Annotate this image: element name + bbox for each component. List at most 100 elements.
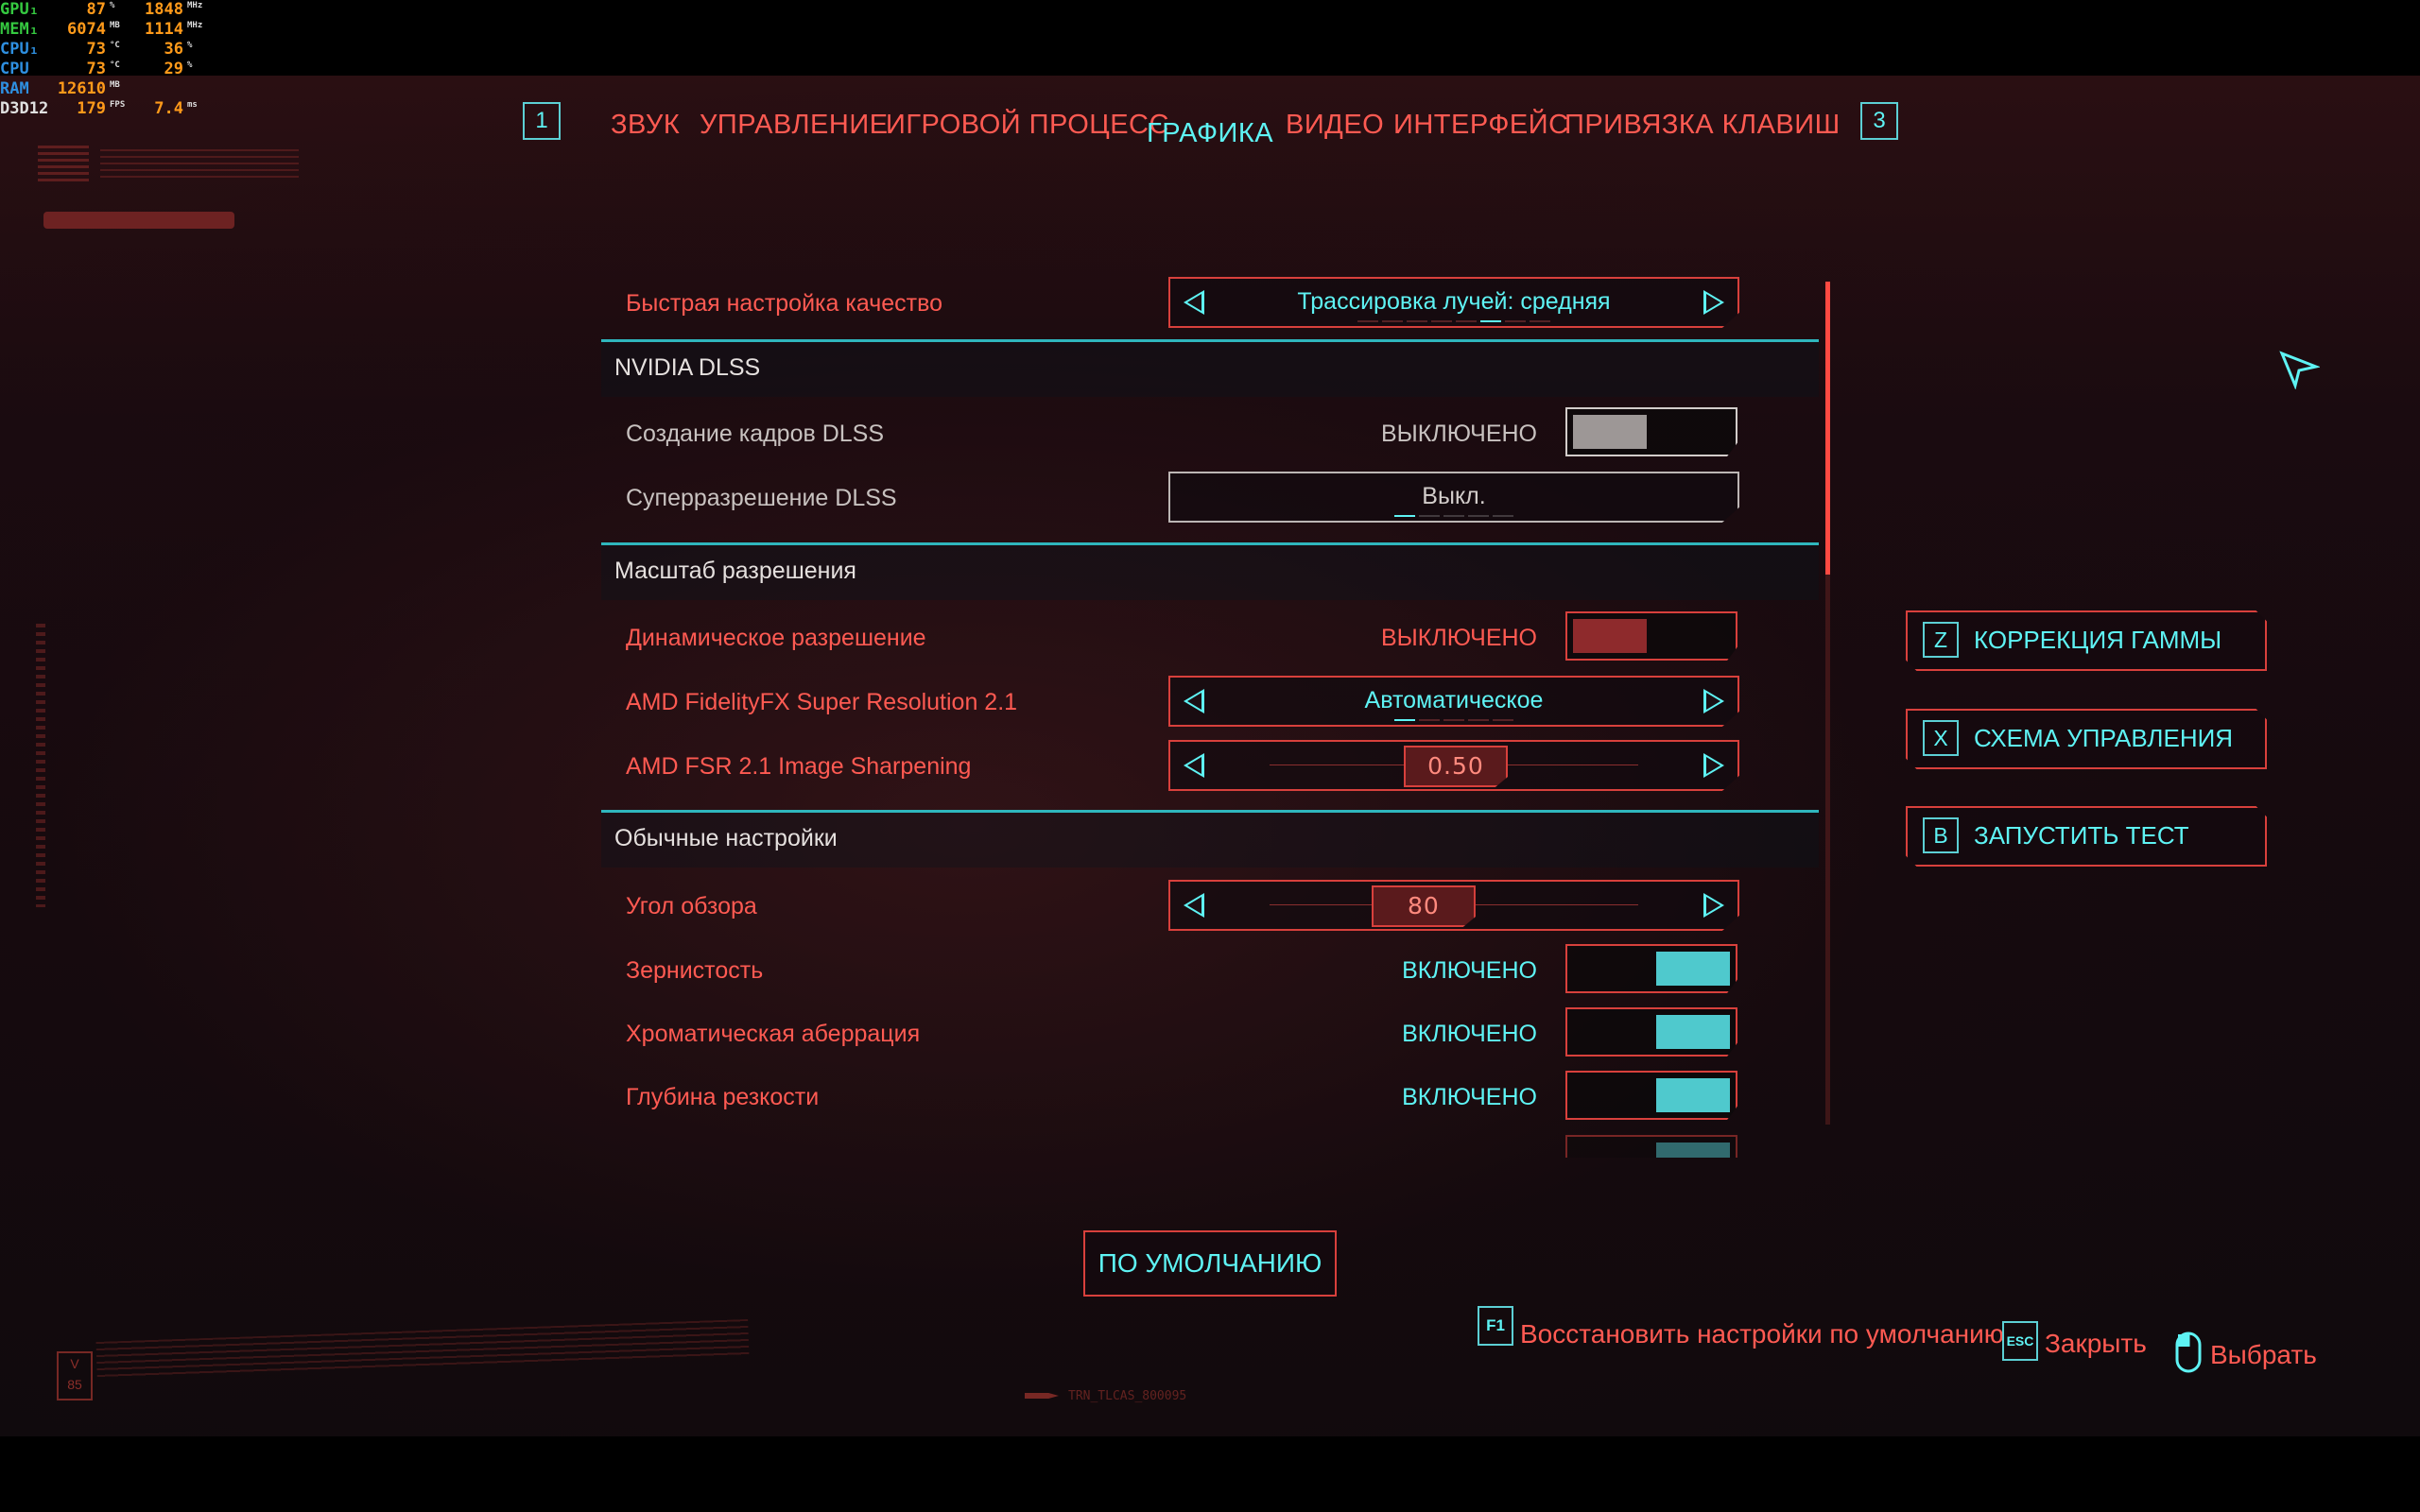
prev-tab-key[interactable]: 1 xyxy=(523,102,561,140)
setting-label: Хроматическая аберрация xyxy=(626,1021,921,1047)
section-title: NVIDIA DLSS xyxy=(614,354,761,381)
perf-unit: MHz xyxy=(187,1,203,10)
decor-legal-text xyxy=(95,1318,750,1381)
setting-dlss-frame-gen[interactable]: Создание кадров DLSS ВЫКЛЮЧЕНО xyxy=(601,407,1821,462)
perf-value: 7.4 xyxy=(154,99,183,118)
version-badge: V 85 xyxy=(57,1351,93,1400)
setting-label: AMD FidelityFX Super Resolution 2.1 xyxy=(626,689,1018,715)
dlss-frame-gen-toggle[interactable] xyxy=(1565,407,1737,456)
defaults-button[interactable]: ПО УМОЛЧАНИЮ xyxy=(1083,1230,1337,1297)
dynamic-res-toggle[interactable] xyxy=(1565,611,1737,661)
option-indicator xyxy=(1394,515,1513,517)
restore-hint[interactable]: Восстановить настройки по умолчанию xyxy=(1520,1319,2004,1349)
perf-row: D3D12 179 FPS 7.4 ms xyxy=(0,99,217,119)
mouse-icon xyxy=(2175,1332,2202,1373)
toggle-state: ВКЛЮЧЕНО xyxy=(1402,957,1537,984)
setting-dof[interactable]: Глубина резкости ВКЛЮЧЕНО xyxy=(601,1071,1821,1125)
section-header-dlss: NVIDIA DLSS xyxy=(601,339,1819,397)
perf-label: MEM₁ xyxy=(0,20,39,39)
select-hint[interactable]: Выбрать xyxy=(2210,1340,2317,1370)
arrow-right-icon[interactable] xyxy=(1703,753,1724,778)
option-indicator xyxy=(1394,719,1513,721)
perf-row: CPU₁ 73 °C 36% xyxy=(0,40,217,60)
performance-overlay: GPU₁ 87% 1848 MHz MEM₁ 6074 MB 1114 MHz CPU₁ 73 °C 3… xyxy=(0,0,217,119)
fsr-selector[interactable]: Автоматическое xyxy=(1168,676,1739,727)
perf-unit: °C xyxy=(110,41,120,50)
setting-fsr-sharpening[interactable]: AMD FSR 2.1 Image Sharpening 0.50 xyxy=(601,740,1821,795)
film-grain-toggle[interactable] xyxy=(1565,944,1737,993)
side-button-key: X xyxy=(1923,720,1959,756)
slider-knob[interactable]: 80 xyxy=(1371,885,1476,927)
tab-1[interactable]: УПРАВЛЕНИЕ xyxy=(700,110,889,141)
decor-logo xyxy=(38,146,89,183)
setting-dlss-super-res[interactable]: Суперразрешение DLSS Выкл. xyxy=(601,472,1821,526)
quick-preset-selector[interactable]: Трассировка лучей: средняя xyxy=(1168,277,1739,328)
close-hint[interactable]: Закрыть xyxy=(2045,1329,2147,1359)
perf-row: RAM 12610 MB xyxy=(0,79,217,99)
arrow-right-icon[interactable] xyxy=(1703,290,1724,315)
close-key[interactable]: ESC xyxy=(2002,1321,2038,1361)
side-button-key: B xyxy=(1923,817,1959,853)
footer-arrow-icon xyxy=(1025,1393,1059,1399)
section-header-basic: Обычные настройки xyxy=(601,810,1819,868)
perf-label: GPU₁ xyxy=(0,0,39,19)
tab-0[interactable]: ЗВУК xyxy=(611,110,680,141)
setting-label: Динамическое разрешение xyxy=(626,625,926,651)
arrow-left-icon[interactable] xyxy=(1184,893,1204,918)
restore-key[interactable]: F1 xyxy=(1478,1306,1513,1346)
arrow-right-icon[interactable] xyxy=(1703,689,1724,713)
next-tab-key[interactable]: 3 xyxy=(1860,102,1898,140)
tab-3[interactable]: ГРАФИКА xyxy=(1147,118,1273,149)
selector-value: Выкл. xyxy=(1422,483,1486,509)
scrollbar-thumb[interactable] xyxy=(1825,282,1830,575)
tab-5[interactable]: ИНТЕРФЕЙС xyxy=(1393,110,1569,141)
tab-2[interactable]: ИГРОВОЙ ПРОЦЕСС xyxy=(886,110,1169,141)
section-title: Обычные настройки xyxy=(614,825,838,851)
setting-chromatic[interactable]: Хроматическая аберрация ВКЛЮЧЕНО xyxy=(601,1007,1821,1062)
fsr-sharpening-slider[interactable]: 0.50 xyxy=(1168,740,1739,791)
fov-slider[interactable]: 80 xyxy=(1168,880,1739,931)
section-title: Масштаб разрешения xyxy=(614,558,856,584)
setting-fov[interactable]: Угол обзора 80 xyxy=(601,880,1821,935)
chromatic-toggle[interactable] xyxy=(1565,1007,1737,1057)
decor-vertical-text xyxy=(36,624,45,907)
perf-value: 73 xyxy=(86,40,106,59)
setting-quick-preset[interactable]: Быстрая настройка качество Трассировка л… xyxy=(601,277,1821,332)
selector-value: Трассировка лучей: средняя xyxy=(1297,288,1611,315)
selector-value: Автоматическое xyxy=(1364,687,1544,713)
dlss-super-res-selector[interactable]: Выкл. xyxy=(1168,472,1739,523)
setting-partial-next xyxy=(601,1135,1821,1158)
setting-label: Быстрая настройка качество xyxy=(626,290,943,317)
tab-6[interactable]: ПРИВЯЗКА КЛАВИШ xyxy=(1564,110,1841,141)
toggle-state: ВКЛЮЧЕНО xyxy=(1402,1084,1537,1110)
side-button-0[interactable]: Z КОРРЕКЦИЯ ГАММЫ xyxy=(1906,610,2267,671)
slider-knob[interactable]: 0.50 xyxy=(1404,746,1508,787)
setting-label: AMD FSR 2.1 Image Sharpening xyxy=(626,753,972,780)
side-button-2[interactable]: B ЗАПУСТИТЬ ТЕСТ xyxy=(1906,806,2267,867)
setting-fsr[interactable]: AMD FidelityFX Super Resolution 2.1 Авто… xyxy=(601,676,1821,730)
setting-dynamic-res[interactable]: Динамическое разрешение ВЫКЛЮЧЕНО xyxy=(601,611,1821,666)
partial-toggle xyxy=(1565,1135,1737,1158)
perf-unit: % xyxy=(110,1,115,10)
cursor-icon xyxy=(2279,351,2320,389)
arrow-left-icon[interactable] xyxy=(1184,753,1204,778)
perf-unit: ms xyxy=(187,100,198,110)
section-header-resolution: Масштаб разрешения xyxy=(601,542,1819,600)
perf-row: GPU₁ 87% 1848 MHz xyxy=(0,0,217,20)
arrow-right-icon[interactable] xyxy=(1703,893,1724,918)
decor-tag xyxy=(43,212,234,229)
decor-text xyxy=(100,149,299,178)
perf-value: 87 xyxy=(86,0,106,19)
perf-value: 1848 xyxy=(145,0,183,19)
perf-value: 29 xyxy=(164,60,183,78)
side-button-1[interactable]: X СХЕМА УПРАВЛЕНИЯ xyxy=(1906,709,2267,769)
settings-scrollbar[interactable] xyxy=(1825,282,1830,1125)
setting-label: Суперразрешение DLSS xyxy=(626,485,897,511)
side-button-label: ЗАПУСТИТЬ ТЕСТ xyxy=(1974,821,2189,850)
perf-value: 36 xyxy=(164,40,183,59)
perf-value: 12610 xyxy=(57,79,106,98)
dof-toggle[interactable] xyxy=(1565,1071,1737,1120)
setting-film-grain[interactable]: Зернистость ВКЛЮЧЕНО xyxy=(601,944,1821,999)
tab-4[interactable]: ВИДЕО xyxy=(1286,110,1384,141)
option-indicator xyxy=(1357,320,1550,322)
